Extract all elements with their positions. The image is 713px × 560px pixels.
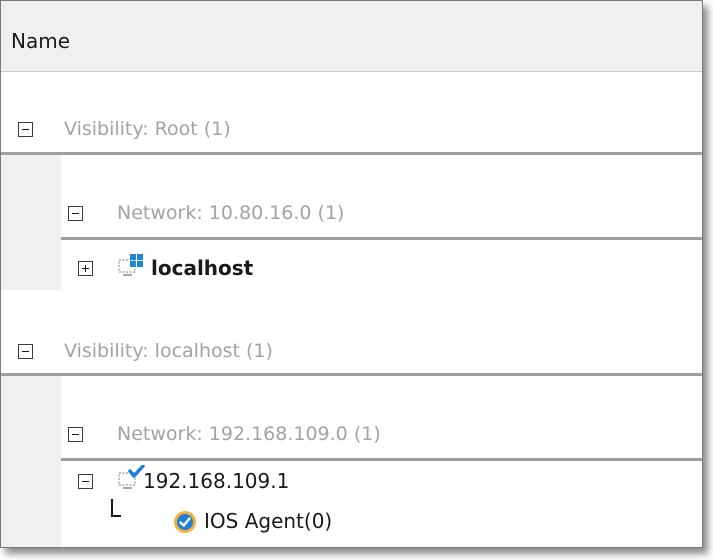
group-label: Network: 10.80.16.0 (1) — [117, 202, 345, 224]
group-row-network-10-80-16-0[interactable]: Network: 10.80.16.0 (1) — [61, 196, 702, 230]
collapse-icon[interactable] — [18, 122, 33, 137]
collapse-icon[interactable] — [18, 344, 33, 359]
host-label: localhost — [151, 256, 254, 280]
group-label: Visibility: localhost (1) — [64, 340, 273, 362]
column-header-name: Name — [11, 29, 71, 53]
agent-label: IOS Agent(0) — [204, 509, 333, 533]
group-divider — [61, 237, 702, 240]
group-divider — [1, 152, 702, 155]
tree-item-ios-agent[interactable]: IOS Agent(0) — [61, 504, 702, 538]
collapse-icon[interactable] — [68, 427, 83, 442]
tree-item-localhost[interactable]: localhost — [61, 251, 702, 285]
group-label: Network: 192.168.109.0 (1) — [117, 423, 381, 445]
group-row-network-192-168-109-0[interactable]: Network: 192.168.109.0 (1) — [61, 417, 702, 451]
agent-check-icon — [174, 511, 196, 533]
expand-icon[interactable] — [78, 261, 93, 276]
column-header[interactable]: Name — [1, 1, 702, 72]
group-label: Visibility: Root (1) — [64, 118, 231, 140]
group-divider — [61, 458, 702, 461]
indent-band — [1, 376, 61, 547]
group-divider — [1, 373, 702, 376]
indent-band — [1, 154, 61, 290]
host-label: 192.168.109.1 — [143, 469, 290, 493]
tree-view-panel: Name Visibility: Root (1) Network: 10.80… — [0, 0, 703, 548]
group-row-visibility-root[interactable]: Visibility: Root (1) — [1, 112, 702, 146]
group-row-visibility-localhost[interactable]: Visibility: localhost (1) — [1, 334, 702, 368]
tree-item-192-168-109-1[interactable]: 192.168.109.1 — [61, 464, 702, 498]
collapse-icon[interactable] — [78, 474, 93, 489]
monitored-computer-icon — [118, 465, 145, 489]
collapse-icon[interactable] — [68, 206, 83, 221]
windows-computer-icon — [118, 254, 143, 276]
